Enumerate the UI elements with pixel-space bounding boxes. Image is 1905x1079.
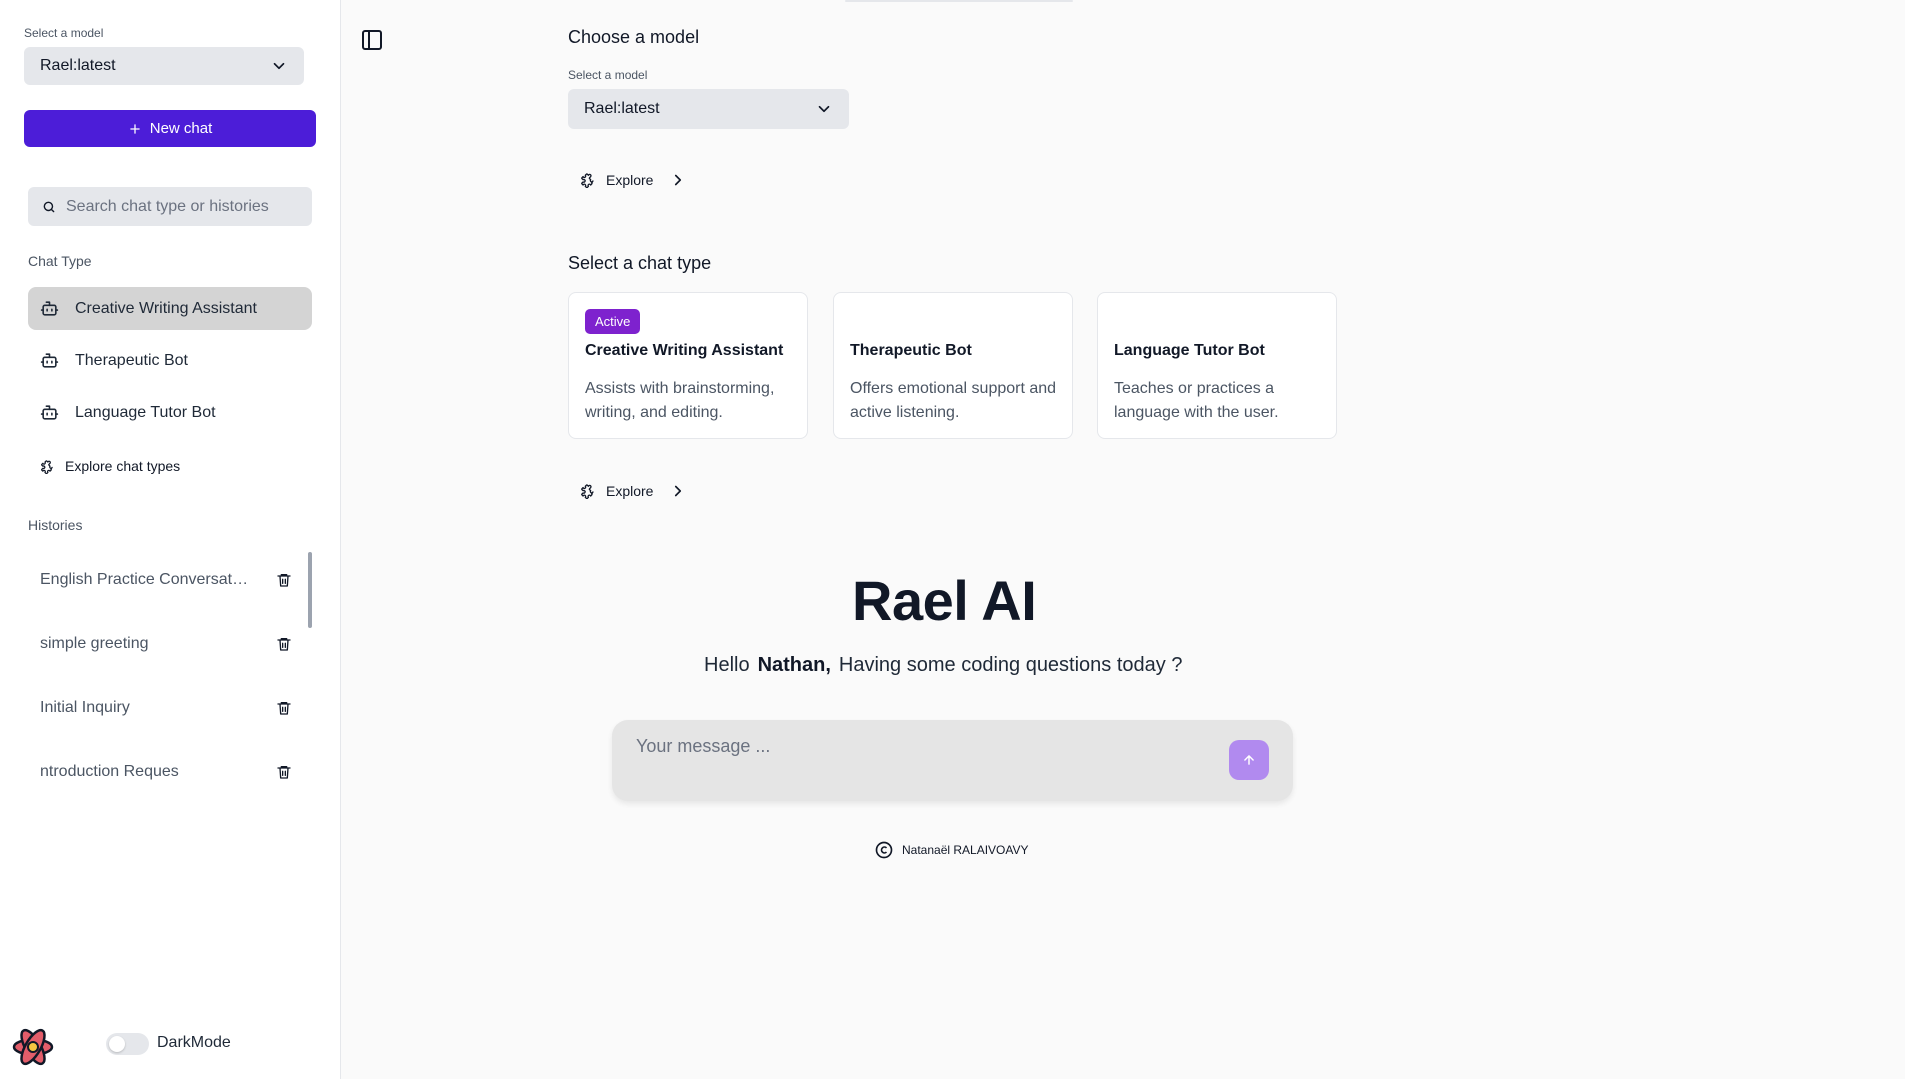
plus-icon	[130, 123, 140, 134]
card-description: Assists with brainstorming, writing, and…	[585, 380, 775, 421]
history-item[interactable]: Initial Inquiry	[40, 693, 292, 723]
bot-icon	[40, 353, 59, 368]
active-badge: Active	[585, 309, 641, 334]
model-select-value: Rael:latest	[40, 57, 116, 74]
bot-icon	[40, 405, 59, 420]
chat-type-section-heading: Select a chat type	[568, 253, 712, 273]
greeting-name: Nathan,	[757, 654, 831, 676]
explore-models-label: Explore	[606, 172, 654, 188]
main-model-select-value: Rael:latest	[584, 100, 660, 117]
explore-chat-types-link[interactable]: Explore chat types	[40, 458, 180, 474]
explore-models-link[interactable]: Explore	[580, 171, 687, 189]
copyright-icon	[875, 841, 893, 859]
message-input[interactable]	[636, 736, 1196, 776]
new-chat-label: New chat	[149, 120, 213, 137]
history-item-label: Initial Inquiry	[40, 699, 130, 716]
chat-type-heading: Chat Type	[28, 253, 92, 269]
greeting-hello: Hello	[704, 654, 750, 676]
card-title: Creative Writing Assistant	[585, 342, 784, 359]
sidebar: Select a model Rael:latest New chat Chat…	[0, 0, 341, 1079]
new-chat-button[interactable]: New chat	[24, 110, 316, 147]
chat-type-card-creative-writing[interactable]: Active Creative Writing Assistant Assist…	[568, 292, 808, 439]
chevron-down-icon	[818, 105, 830, 113]
card-description: Offers emotional support and active list…	[850, 380, 1057, 421]
explore-chat-types-main-label: Explore	[606, 483, 654, 499]
dark-mode-toggle[interactable]	[106, 1033, 149, 1055]
explore-chat-types-main-link[interactable]: Explore	[580, 482, 687, 500]
histories-scrollbar[interactable]	[308, 552, 312, 628]
chat-type-label: Creative Writing Assistant	[75, 299, 257, 317]
trash-icon[interactable]	[276, 700, 292, 716]
brand-title: Rael AI	[852, 569, 1037, 632]
history-item-label: ntroduction Reques	[40, 763, 179, 780]
message-composer	[612, 720, 1293, 801]
bot-icon	[40, 301, 59, 316]
sidebar-panel-icon[interactable]	[360, 28, 384, 52]
main-model-select-label: Select a model	[568, 68, 648, 82]
arrow-up-icon	[1244, 755, 1254, 765]
model-select[interactable]: Rael:latest	[24, 47, 304, 85]
search-box	[28, 187, 312, 226]
main-model-select[interactable]: Rael:latest	[568, 89, 849, 129]
chat-type-item-language-tutor[interactable]: Language Tutor Bot	[28, 391, 312, 434]
histories-heading: Histories	[28, 517, 83, 533]
history-item[interactable]: simple greeting	[40, 629, 292, 659]
puzzle-icon	[41, 459, 53, 474]
chat-type-card-language-tutor[interactable]: Language Tutor Bot Teaches or practices …	[1097, 292, 1337, 439]
puzzle-icon	[581, 484, 594, 499]
trash-icon[interactable]	[276, 636, 292, 652]
chat-type-item-creative-writing[interactable]: Creative Writing Assistant	[28, 287, 312, 330]
search-input[interactable]	[66, 197, 298, 216]
chat-type-item-therapeutic[interactable]: Therapeutic Bot	[28, 339, 312, 382]
trash-icon[interactable]	[276, 764, 292, 780]
explore-chat-types-label: Explore chat types	[65, 458, 181, 474]
search-icon	[43, 201, 55, 212]
atom-logo-icon	[12, 1028, 54, 1066]
footer-author: Natanaël RALAIVOAVY	[902, 843, 1029, 857]
top-drag-indicator	[845, 0, 1073, 2]
chat-type-label: Language Tutor Bot	[75, 403, 216, 421]
card-title: Language Tutor Bot	[1114, 342, 1265, 359]
greeting: Hello Nathan, Having some coding questio…	[704, 654, 1182, 677]
history-item-label: English Practice Conversation	[40, 571, 250, 588]
chat-type-label: Therapeutic Bot	[75, 351, 188, 369]
chevron-down-icon	[273, 62, 285, 70]
card-description: Teaches or practices a language with the…	[1114, 380, 1279, 421]
chevron-right-icon	[675, 174, 682, 186]
history-item[interactable]: English Practice Conversation	[40, 565, 292, 595]
choose-model-heading: Choose a model	[568, 27, 700, 47]
greeting-rest: Having some coding questions today ?	[838, 654, 1183, 676]
card-title: Therapeutic Bot	[850, 342, 972, 359]
dark-mode-label: DarkMode	[157, 1034, 231, 1051]
model-select-label: Select a model	[24, 26, 104, 40]
history-item-label: simple greeting	[40, 635, 149, 652]
puzzle-icon	[581, 173, 594, 188]
history-item[interactable]: ntroduction Reques	[40, 757, 292, 787]
chat-type-card-therapeutic[interactable]: Therapeutic Bot Offers emotional support…	[833, 292, 1073, 439]
send-button[interactable]	[1229, 740, 1269, 780]
trash-icon[interactable]	[276, 572, 292, 588]
toggle-knob	[109, 1036, 125, 1052]
footer: Natanaël RALAIVOAVY	[874, 840, 1029, 860]
chevron-right-icon	[675, 485, 682, 497]
